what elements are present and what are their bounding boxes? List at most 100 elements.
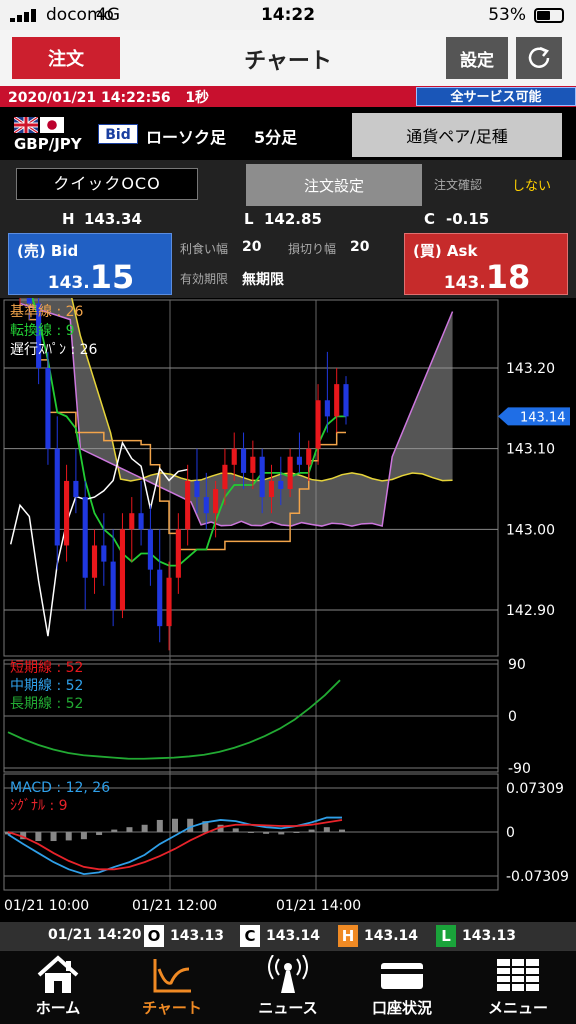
tab-menu[interactable]: メニュー [468,955,568,1023]
ma-tick-label: 0 [508,709,517,725]
ohlc-high: H 143.14 [338,925,418,947]
macd-legend-item: MACD : 12, 26 [10,780,110,796]
order-confirm-value[interactable]: しない [512,175,551,194]
candle-body [315,400,321,449]
sell-bid-button[interactable]: (売) Bid 143.15 [8,233,172,296]
japan-flag-icon [40,117,64,133]
take-profit-value[interactable]: 20 [242,239,261,255]
candle-body [54,448,60,546]
stop-loss-label: 損切り幅 [288,242,337,256]
candle-body [91,545,98,578]
candle-body [26,279,32,304]
main-legend-item: 転換線 : 9 [10,323,75,339]
ma-legend-item: 中期線 : 52 [10,678,83,694]
macd-histogram-bar [293,832,300,833]
stop-loss-value[interactable]: 20 [350,239,369,255]
macd-histogram-bar [111,829,118,832]
candle-body [82,497,88,578]
candle-body [138,513,144,530]
tab-news[interactable]: ニュース [238,955,338,1023]
candle-body [222,464,228,489]
refresh-button[interactable] [516,37,562,79]
tab-account[interactable]: 口座状況 [352,955,452,1023]
currency-pair: GBP/JPY [14,135,82,153]
ohlc-open: O 143.13 [144,925,224,947]
pair-select-button[interactable]: 通貨ペア/足種 [352,113,562,157]
macd-histogram-bar [187,818,194,832]
candle-body [73,480,79,498]
tab-bar: ホーム チャート ニュース 口座状況 メニュー [0,950,576,1024]
macd-tick-label: 0 [506,825,515,841]
macd-histogram-bar [80,832,87,840]
chart-area[interactable]: 143.20 143.10 143.00 142.90 143.14 基準線 : 26 転換… [0,255,576,920]
change-label: C [424,210,436,228]
macd-histogram-bar [323,827,330,832]
expiry-value[interactable]: 無期限 [242,269,284,289]
candle-body [185,480,191,530]
main-legend-item: 遅行ｽﾊﾟﾝ : 26 [10,342,98,358]
macd-histogram-bar [308,829,315,832]
candle-body [343,384,349,417]
high-value: 143.34 [84,210,142,228]
macd-histogram-bar [172,818,178,832]
account-card-icon [381,963,423,989]
candle-body [45,368,51,449]
ohlc-close: C 143.14 [240,925,320,947]
order-confirm-label: 注文確認 [434,178,483,192]
macd-tick-label: 0.07309 [506,781,564,797]
macd-histogram-bar [50,832,57,842]
candle-body [324,400,330,417]
app-header: 注文 チャート 設定 [0,30,576,86]
expiry-label: 有効期限 [180,272,229,286]
battery-icon [534,8,564,23]
macd-histogram-bar [126,827,133,832]
candle-body [259,456,265,498]
chart-svg[interactable]: 143.20 143.10 143.00 142.90 143.14 基準線 : 26 転換… [0,255,576,920]
settings-button[interactable]: 設定 [446,37,508,79]
time-axis-label: 01/21 12:00 [132,898,217,914]
order-row: クイックOCO 注文設定 注文確認 しない [0,160,576,208]
candle-body [129,513,135,530]
change-value: -0.15 [446,210,490,228]
candle-body [268,480,275,498]
macd-histogram-bar [339,829,345,832]
candle-body [240,448,247,473]
macd-histogram-bar [35,832,42,842]
tab-chart[interactable]: チャート [122,955,222,1023]
quick-oco-box[interactable]: クイックOCO [16,168,198,200]
candle-body [119,529,126,610]
current-price-label: 143.14 [520,410,566,425]
macd-histogram-bar [141,824,148,832]
macd-histogram-bar [96,832,103,836]
pair-row: GBP/JPY Bid ローソク足 5分足 通貨ペア/足種 [0,110,576,160]
chart-icon [153,959,191,993]
info-bar: 2020/01/21 14:22:56 1秒 全サービス可能 [0,86,576,107]
uk-flag-icon [14,117,38,133]
macd-histogram-bar [65,832,72,841]
order-setting-button[interactable]: 注文設定 [246,164,422,206]
macd-histogram-bar [156,819,163,832]
candle-body [64,480,70,546]
time-axis-label: 01/21 14:00 [276,898,361,914]
candle-body [306,448,312,465]
price-tick-label: 143.00 [506,522,555,538]
macd-histogram-bar [247,832,254,833]
price-tick-label: 143.20 [506,361,555,377]
take-profit-label: 利食い幅 [180,242,229,256]
hlc-row: H 143.34 L 142.85 C -0.15 [0,208,576,230]
quote-row: (売) Bid 143.15 利食い幅 20 損切り幅 20 有効期限 無期限 … [0,230,576,298]
candle-body [213,489,219,514]
candle-body [194,480,200,498]
buy-ask-button[interactable]: (買) Ask 143.18 [404,233,568,296]
candle-body [250,456,256,473]
macd-histogram-bar [278,832,285,835]
currency-flags [14,117,64,133]
macd-histogram-bar [232,828,239,832]
home-icon [37,955,79,993]
ma-tick-label: -90 [508,761,531,777]
candle-body [147,529,153,570]
tab-home[interactable]: ホーム [8,955,108,1023]
antenna-icon [268,955,308,993]
ohlc-time: 01/21 14:20 [48,927,142,943]
update-time: 2020/01/21 14:22:56 1秒 [8,90,210,106]
